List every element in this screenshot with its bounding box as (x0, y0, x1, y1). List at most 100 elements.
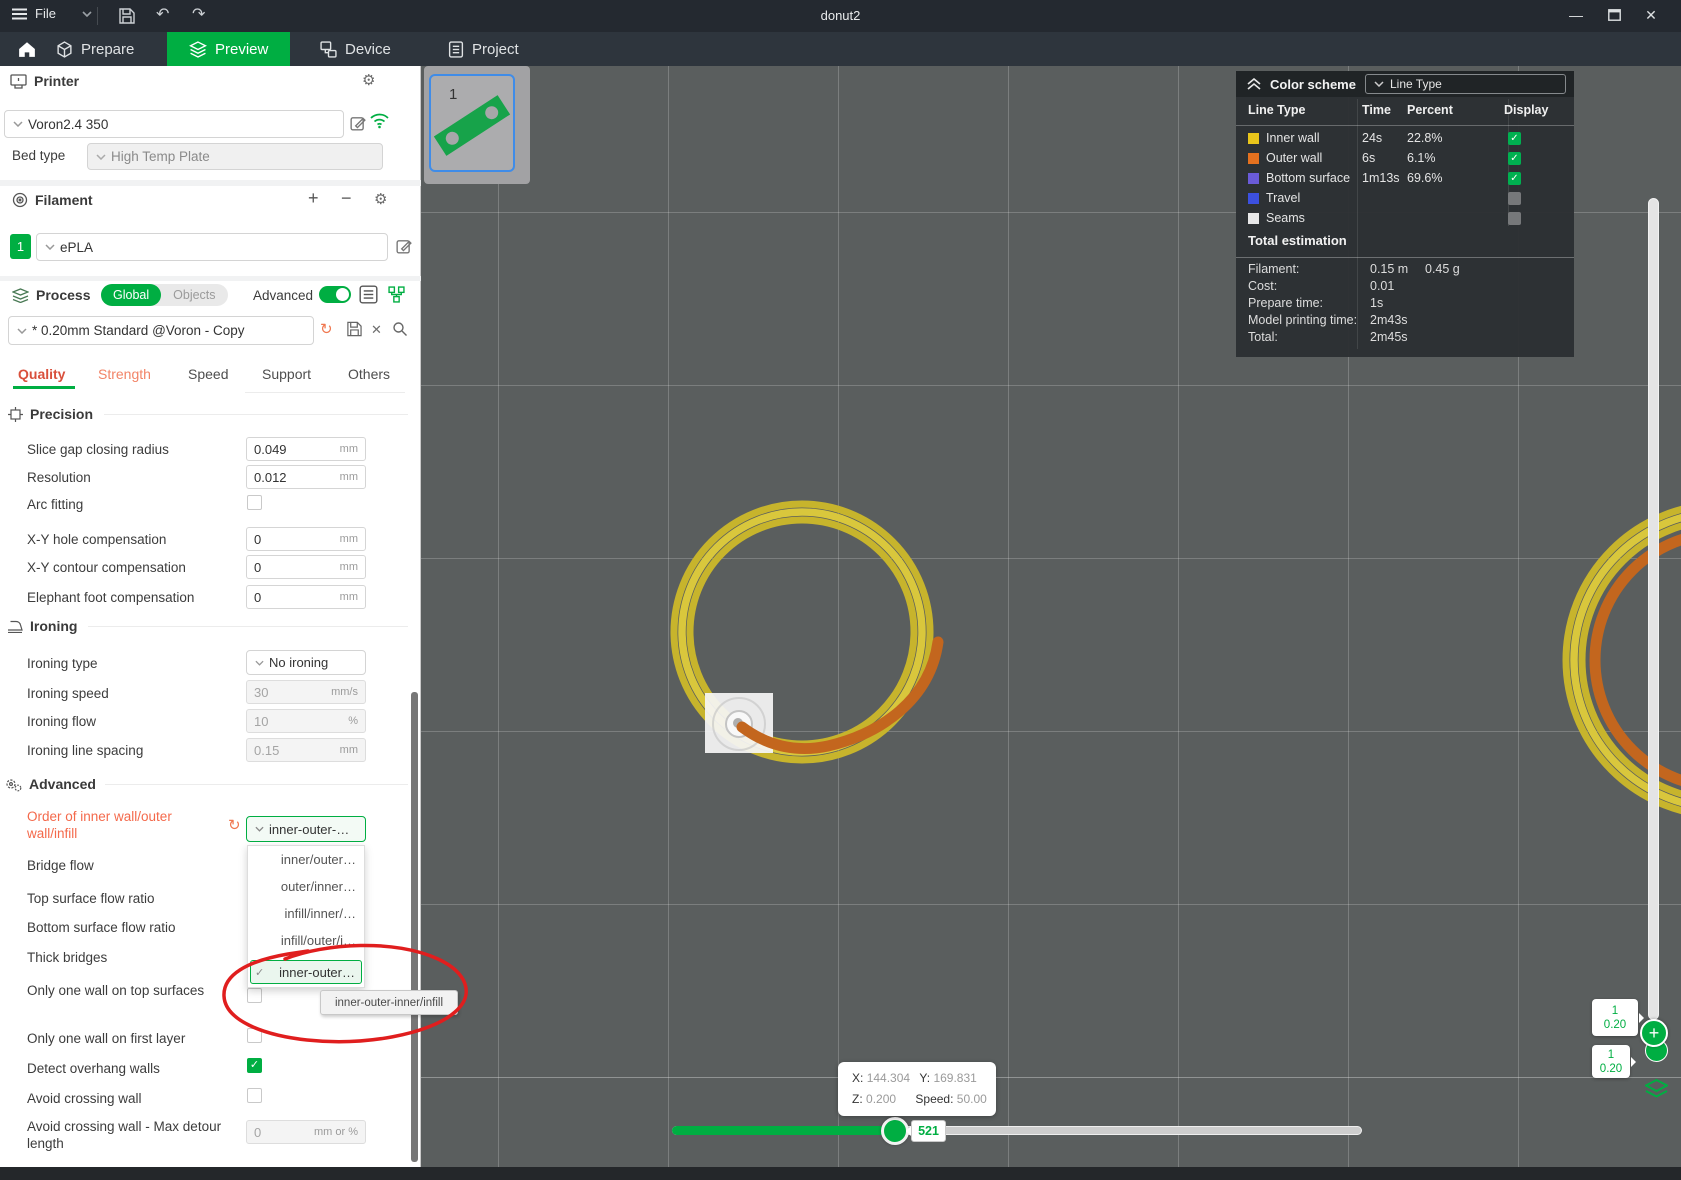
dropdown-option[interactable]: inner/outer… (248, 846, 364, 873)
tab-support[interactable]: Support (262, 366, 311, 382)
elephant-foot-input[interactable]: 0 mm (246, 585, 366, 609)
total-label: Filament: (1248, 262, 1299, 276)
slice-gap-input[interactable]: 0.049 mm (246, 437, 366, 461)
order-select[interactable]: inner-outer-… (246, 816, 366, 842)
max-detour-input[interactable]: 0 mm or % (246, 1120, 366, 1144)
group-divider (245, 392, 405, 393)
tab-project[interactable]: Project (448, 32, 519, 66)
ironing-line-spacing-input[interactable]: 0.15 mm (246, 738, 366, 762)
tab-others[interactable]: Others (348, 366, 390, 382)
printer-select[interactable]: Voron2.4 350 (4, 110, 344, 138)
ironing-speed-input[interactable]: 30 mm/s (246, 680, 366, 704)
add-filament-button[interactable]: + (308, 188, 319, 209)
ironing-flow-input[interactable]: 10 % (246, 709, 366, 733)
display-checkbox[interactable] (1508, 192, 1521, 205)
avoid-crossing-wall-checkbox[interactable] (247, 1088, 262, 1103)
advanced-toggle-label: Advanced (245, 288, 313, 303)
scope-global[interactable]: Global (101, 284, 161, 306)
tab-strength[interactable]: Strength (98, 366, 151, 382)
tooltip-line2: Z: 0.200 Speed: 50.00 (852, 1092, 996, 1106)
chevron-down-icon (17, 328, 27, 334)
only-one-wall-first-layer-checkbox[interactable] (247, 1028, 262, 1043)
process-scope-toggle[interactable]: Global Objects (101, 284, 228, 306)
line-type-time: 6s (1362, 151, 1375, 165)
tab-device[interactable]: Device (320, 32, 391, 66)
panel-scrollbar[interactable] (411, 692, 418, 1162)
line-type-name: Bottom surface (1266, 171, 1350, 185)
remove-filament-button[interactable]: − (341, 188, 352, 209)
edit-printer-icon[interactable] (350, 115, 366, 131)
setting-label: Bridge flow (27, 857, 233, 874)
home-icon (18, 41, 36, 58)
setting-label: X-Y hole compensation (27, 531, 233, 548)
process-section-header: Process (12, 287, 90, 303)
filament-select[interactable]: ePLA (36, 233, 388, 261)
chevron-down-icon (255, 660, 264, 666)
layer-bubble-bottom: 1 0.20 (1592, 1045, 1630, 1078)
plate-number: 1 (449, 86, 457, 103)
scope-objects[interactable]: Objects (161, 284, 227, 306)
ironing-type-select[interactable]: No ironing (246, 650, 366, 675)
reset-preset-icon[interactable]: ↻ (320, 320, 333, 338)
resolution-input[interactable]: 0.012 mm (246, 465, 366, 489)
step-slider-handle[interactable] (881, 1117, 909, 1145)
filament-spool-icon (12, 192, 28, 208)
filament-settings-gear-icon[interactable]: ⚙ (374, 190, 387, 208)
save-preset-icon[interactable] (346, 321, 362, 337)
setting-value: 10 (254, 714, 268, 729)
legend-header: Color scheme Line Type (1236, 71, 1574, 97)
detect-overhang-walls-checkbox[interactable]: ✓ (247, 1058, 262, 1073)
search-icon[interactable] (392, 321, 408, 337)
display-checkbox[interactable]: ✓ (1508, 132, 1521, 145)
delete-preset-icon[interactable]: ✕ (371, 322, 382, 338)
color-scheme-select[interactable]: Line Type (1365, 74, 1566, 94)
advanced-group-title: Advanced (29, 776, 96, 792)
order-dropdown-list: inner/outer… outer/inner… infill/inner/…… (247, 845, 365, 988)
only-one-wall-top-checkbox[interactable] (247, 988, 262, 1003)
plate-thumbnail[interactable]: 1 (424, 66, 530, 184)
xy-contour-compensation-input[interactable]: 0 mm (246, 555, 366, 579)
printer-settings-gear-icon[interactable]: ⚙ (362, 71, 375, 89)
display-checkbox[interactable] (1508, 212, 1521, 225)
line-type-name: Travel (1266, 191, 1300, 205)
option-tooltip: inner-outer-inner/infill (320, 990, 458, 1015)
col-header-line-type: Line Type (1248, 103, 1305, 117)
home-button[interactable] (8, 32, 46, 66)
reset-order-icon[interactable]: ↻ (228, 816, 241, 834)
maximize-button[interactable] (1597, 0, 1631, 30)
layers-icon[interactable] (1645, 1079, 1668, 1100)
tab-preview[interactable]: Preview (167, 32, 290, 66)
toggle-knob (336, 288, 349, 301)
arc-fitting-checkbox[interactable] (247, 495, 262, 510)
layer-slider-track[interactable] (1648, 198, 1659, 1020)
advanced-toggle[interactable] (319, 286, 351, 303)
line-type-percent: 69.6% (1407, 171, 1442, 185)
objects-table-icon[interactable] (388, 286, 405, 303)
preset-list-icon[interactable] (359, 285, 378, 304)
layer-slider-handle-add[interactable]: + (1640, 1019, 1668, 1047)
bed-type-select[interactable]: High Temp Plate (87, 143, 383, 170)
y-value: 169.831 (933, 1071, 976, 1085)
total-value: 0.15 m (1370, 262, 1408, 276)
dropdown-option[interactable]: outer/inner… (248, 873, 364, 900)
step-value-badge: 521 (911, 1120, 946, 1142)
dropdown-option[interactable]: infill/inner/… (248, 900, 364, 927)
close-button[interactable]: ✕ (1634, 0, 1668, 30)
display-checkbox[interactable]: ✓ (1508, 172, 1521, 185)
setting-label: Top surface flow ratio (27, 890, 233, 907)
collapse-icon[interactable] (1246, 78, 1262, 90)
line-type-name: Inner wall (1266, 131, 1320, 145)
xy-hole-compensation-input[interactable]: 0 mm (246, 527, 366, 551)
tab-quality[interactable]: Quality (18, 366, 65, 382)
tab-speed[interactable]: Speed (188, 366, 228, 382)
process-preset-select[interactable]: * 0.20mm Standard @Voron - Copy (8, 316, 314, 345)
legend-row: Inner wall 24s 22.8% ✓ (1236, 129, 1574, 149)
edit-filament-icon[interactable] (396, 238, 412, 254)
dropdown-option[interactable]: infill/outer/i… (248, 927, 364, 954)
dropdown-option-selected[interactable]: ✓ inner-outer… (250, 960, 362, 984)
display-checkbox[interactable]: ✓ (1508, 152, 1521, 165)
wifi-icon[interactable] (369, 112, 390, 129)
minimize-button[interactable]: — (1559, 0, 1593, 30)
setting-unit: mm/s (331, 686, 358, 698)
tab-prepare[interactable]: Prepare (56, 32, 134, 66)
